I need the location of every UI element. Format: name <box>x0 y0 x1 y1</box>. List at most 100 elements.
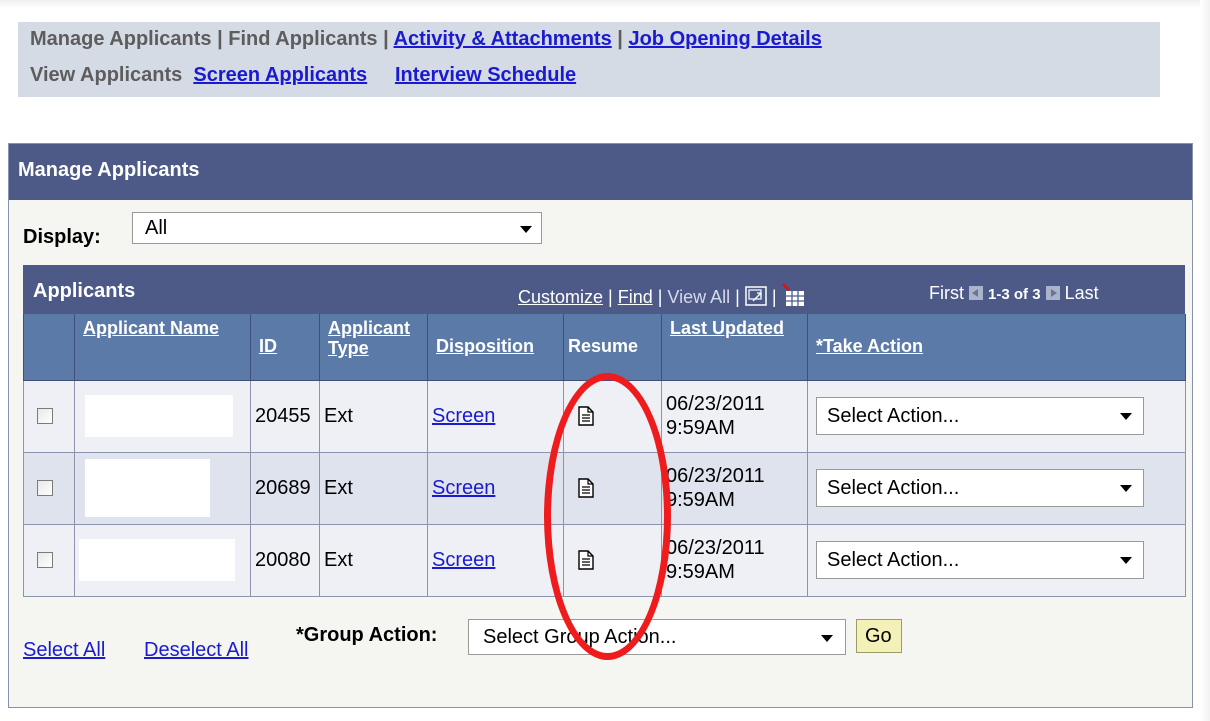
take-action-select[interactable]: Select Action... <box>816 469 1144 507</box>
applicant-name-redacted[interactable] <box>85 395 233 437</box>
find-link[interactable]: Find <box>618 287 653 307</box>
take-action-select[interactable]: Select Action... <box>816 541 1144 579</box>
select-all-link[interactable]: Select All <box>23 639 105 662</box>
row-select-cell <box>23 451 75 525</box>
dropdown-caret-icon <box>520 226 532 233</box>
nav-screen-applicants-link[interactable]: Screen Applicants <box>193 64 367 86</box>
applicant-name-header[interactable]: Applicant Name <box>74 314 251 381</box>
nav-job-opening-details-link[interactable]: Job Opening Details <box>628 28 821 50</box>
applicant-type: Ext <box>319 523 428 597</box>
group-action-label: *Group Action: <box>296 624 438 646</box>
pager-last[interactable]: Last <box>1065 283 1099 303</box>
last-updated-cell: 06/23/2011 9:59AM <box>661 451 808 525</box>
take-action-cell: Select Action... <box>807 379 1186 453</box>
disposition-link[interactable]: Screen <box>432 549 495 571</box>
go-button[interactable]: Go <box>856 619 902 653</box>
last-updated-header[interactable]: Last Updated <box>661 314 808 381</box>
last-updated-cell: 06/23/2011 9:59AM <box>661 379 808 453</box>
applicant-name-redacted[interactable] <box>85 459 210 517</box>
row-select-cell <box>23 523 75 597</box>
table-header-row: Applicant Name ID Applicant Type Disposi… <box>23 314 1186 381</box>
disposition-cell: Screen <box>427 523 564 597</box>
applicant-id: 20455 <box>250 379 320 453</box>
grid-title: Applicants <box>33 280 136 302</box>
top-shadow <box>0 0 1210 8</box>
applicant-name-cell <box>74 451 251 525</box>
view-all-link[interactable]: View All <box>667 287 730 307</box>
applicant-name-redacted[interactable] <box>79 539 235 581</box>
nav-separator: | <box>217 28 223 50</box>
row-select-cell <box>23 379 75 453</box>
row-checkbox[interactable] <box>37 552 53 568</box>
dropdown-caret-icon <box>821 635 833 642</box>
nav-row-1: Manage Applicants | Find Applicants | Ac… <box>30 28 822 51</box>
take-action-value: Select Action... <box>827 405 960 427</box>
select-column-header <box>23 314 75 381</box>
disposition-cell: Screen <box>427 451 564 525</box>
nav-row-2: View Applicants Screen Applicants Interv… <box>30 64 576 87</box>
table-row: 20080 Ext Screen 06/23/2011 9:59AM Select… <box>23 523 1186 597</box>
row-checkbox[interactable] <box>37 480 53 496</box>
disposition-link[interactable]: Screen <box>432 405 495 427</box>
applicant-name-cell <box>74 523 251 597</box>
download-grid-icon[interactable] <box>781 283 808 307</box>
nav-view-applicants: View Applicants <box>30 64 183 86</box>
applicant-name-cell <box>74 379 251 453</box>
take-action-cell: Select Action... <box>807 523 1186 597</box>
nav-separator: | <box>383 28 389 50</box>
nav-separator: | <box>617 28 623 50</box>
applicant-type-header[interactable]: Applicant Type <box>319 314 428 381</box>
applicants-table: Applicant Name ID Applicant Type Disposi… <box>23 314 1186 597</box>
resume-cell <box>563 451 662 525</box>
resume-document-icon[interactable] <box>578 478 594 498</box>
next-page-icon[interactable] <box>1045 286 1060 300</box>
dropdown-caret-icon <box>1120 557 1132 564</box>
nav-interview-schedule-link[interactable]: Interview Schedule <box>395 64 576 86</box>
take-action-header[interactable]: *Take Action <box>807 314 1186 381</box>
last-updated-date: 06/23/2011 <box>666 537 765 559</box>
resume-cell <box>563 379 662 453</box>
id-header[interactable]: ID <box>250 314 320 381</box>
applicant-type: Ext <box>319 451 428 525</box>
grid-tools: Customize | Find | View All | | <box>518 283 808 308</box>
display-select[interactable]: All <box>132 212 542 244</box>
table-row: 20455 Ext Screen 06/23/2011 9:59AM Select… <box>23 379 1186 453</box>
grid-pager: First 1-3 of 3 Last <box>929 283 1099 304</box>
take-action-cell: Select Action... <box>807 451 1186 525</box>
pager-first[interactable]: First <box>929 283 964 303</box>
take-action-value: Select Action... <box>827 477 960 499</box>
last-updated-time: 9:59AM <box>666 417 735 439</box>
resume-document-icon[interactable] <box>578 550 594 570</box>
last-updated-cell: 06/23/2011 9:59AM <box>661 523 808 597</box>
deselect-all-link[interactable]: Deselect All <box>144 639 249 662</box>
dropdown-caret-icon <box>1120 413 1132 420</box>
panel-title: Manage Applicants <box>9 144 1192 200</box>
row-checkbox[interactable] <box>37 408 53 424</box>
previous-page-icon[interactable] <box>969 286 984 300</box>
last-updated-date: 06/23/2011 <box>666 393 765 415</box>
take-action-select[interactable]: Select Action... <box>816 397 1144 435</box>
disposition-header[interactable]: Disposition <box>427 314 564 381</box>
nav-manage-applicants: Manage Applicants <box>30 28 212 50</box>
disposition-link[interactable]: Screen <box>432 477 495 499</box>
last-updated-time: 9:59AM <box>666 489 735 511</box>
last-updated-time: 9:59AM <box>666 561 735 583</box>
customize-link[interactable]: Customize <box>518 287 603 307</box>
resume-cell <box>563 523 662 597</box>
disposition-cell: Screen <box>427 379 564 453</box>
pager-range: 1-3 of 3 <box>988 286 1041 303</box>
nav-find-applicants: Find Applicants <box>228 28 378 50</box>
page-navigation: Manage Applicants | Find Applicants | Ac… <box>18 22 1160 97</box>
resume-document-icon[interactable] <box>578 406 594 426</box>
last-updated-date: 06/23/2011 <box>666 465 765 487</box>
dropdown-caret-icon <box>1120 485 1132 492</box>
applicant-id: 20080 <box>250 523 320 597</box>
table-row: 20689 Ext Screen 06/23/2011 9:59AM Select… <box>23 451 1186 525</box>
applicant-type: Ext <box>319 379 428 453</box>
resume-header: Resume <box>563 314 662 381</box>
right-shadow <box>1200 0 1210 721</box>
group-action-select[interactable]: Select Group Action... <box>468 619 846 655</box>
take-action-value: Select Action... <box>827 549 960 571</box>
new-window-icon[interactable] <box>745 286 767 306</box>
nav-activity-attachments-link[interactable]: Activity & Attachments <box>394 28 612 50</box>
